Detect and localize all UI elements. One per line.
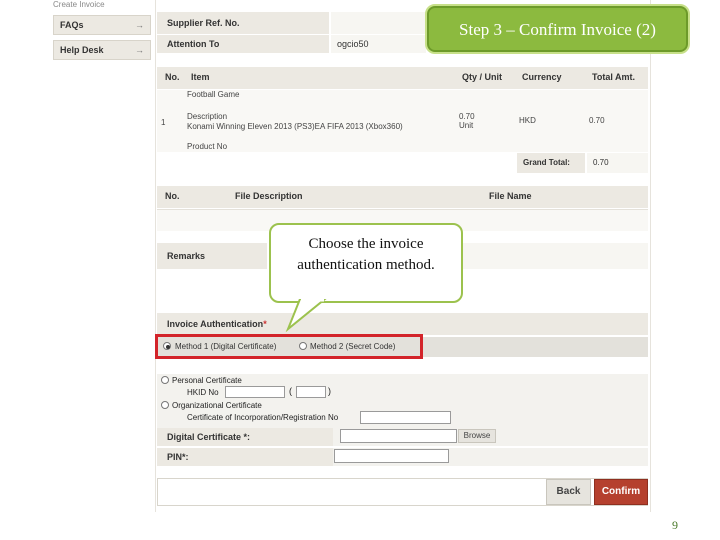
item-qty: 0.70 — [459, 112, 475, 121]
attention-to-label: Attention To — [157, 35, 329, 53]
grand-total-label: Grand Total: — [517, 153, 585, 173]
cert-inc-label: Certificate of Incorporation/Registratio… — [187, 413, 339, 422]
sidebar-item-label: FAQs — [60, 20, 84, 30]
digital-cert-input[interactable] — [340, 429, 457, 443]
personal-cert-radio[interactable] — [161, 376, 169, 384]
browse-button[interactable]: Browse — [458, 429, 496, 443]
auth-method-highlight — [155, 334, 423, 359]
back-button[interactable]: Back — [546, 479, 591, 505]
attachments-table-header: No. File Description File Name — [157, 186, 648, 208]
col-item: Item — [191, 72, 210, 82]
item-description-value: Konami Winning Eleven 2013 (PS3)EA FIFA … — [187, 122, 403, 131]
left-margin — [0, 0, 43, 540]
paren-open: ( — [289, 386, 292, 396]
hkid-input[interactable] — [225, 386, 285, 398]
attention-to-value: ogcio50 — [331, 35, 426, 53]
personal-cert-label[interactable]: Personal Certificate — [172, 376, 242, 385]
cert-inc-input[interactable] — [360, 411, 451, 424]
invoice-authentication-label: Invoice Authentication* — [157, 313, 648, 335]
item-category: Football Game — [187, 90, 240, 99]
arrow-right-icon: → — [135, 20, 144, 30]
item-total: 0.70 — [589, 116, 605, 125]
instruction-bubble: Choose the invoice authentication method… — [269, 223, 463, 303]
hkid-label: HKID No — [187, 388, 219, 397]
col-qty-unit: Qty / Unit — [462, 72, 502, 82]
col-total-amt: Total Amt. — [592, 72, 635, 82]
remarks-value — [463, 243, 648, 269]
confirm-button[interactable]: Confirm — [594, 479, 648, 505]
row-no: 1 — [161, 118, 166, 127]
org-cert-label[interactable]: Organizational Certificate — [172, 401, 262, 410]
grand-total-value: 0.70 — [587, 153, 648, 173]
paren-close: ) — [328, 386, 331, 396]
col-file-name: File Name — [489, 191, 532, 201]
items-table-header: No. Item Qty / Unit Currency Total Amt. — [157, 67, 648, 89]
sidebar-item-faqs[interactable]: FAQs → — [53, 15, 151, 35]
required-mark: * — [263, 319, 267, 329]
arrow-right-icon: → — [135, 45, 144, 55]
col-no: No. — [165, 72, 180, 82]
col-file-description: File Description — [235, 191, 303, 201]
supplier-ref-label: Supplier Ref. No. — [157, 12, 329, 34]
sidebar-create-invoice[interactable]: Create Invoice — [53, 0, 151, 12]
remarks-label: Remarks — [157, 243, 267, 269]
sidebar-item-help-desk[interactable]: Help Desk → — [53, 40, 151, 60]
bubble-pointer — [285, 299, 327, 333]
auth-label-text: Invoice Authentication — [167, 319, 264, 329]
item-currency: HKD — [519, 116, 536, 125]
item-product-no-label: Product No — [187, 142, 228, 151]
col-no: No. — [165, 191, 180, 201]
page-number: 9 — [672, 518, 678, 532]
supplier-ref-value — [331, 12, 426, 34]
pin-label: PIN*: — [157, 448, 333, 466]
hkid-check-digit-input[interactable] — [296, 386, 326, 398]
org-cert-radio[interactable] — [161, 401, 169, 409]
pin-input[interactable] — [334, 449, 449, 463]
col-currency: Currency — [522, 72, 562, 82]
item-unit: Unit — [459, 121, 474, 130]
table-row: Football Game 1 Description Konami Winni… — [157, 90, 648, 152]
item-description-label: Description — [187, 112, 228, 121]
digital-cert-label: Digital Certificate *: — [157, 428, 333, 446]
sidebar-item-label: Help Desk — [60, 45, 104, 55]
step-title-callout: Step 3 – Confirm Invoice (2) — [425, 4, 690, 54]
